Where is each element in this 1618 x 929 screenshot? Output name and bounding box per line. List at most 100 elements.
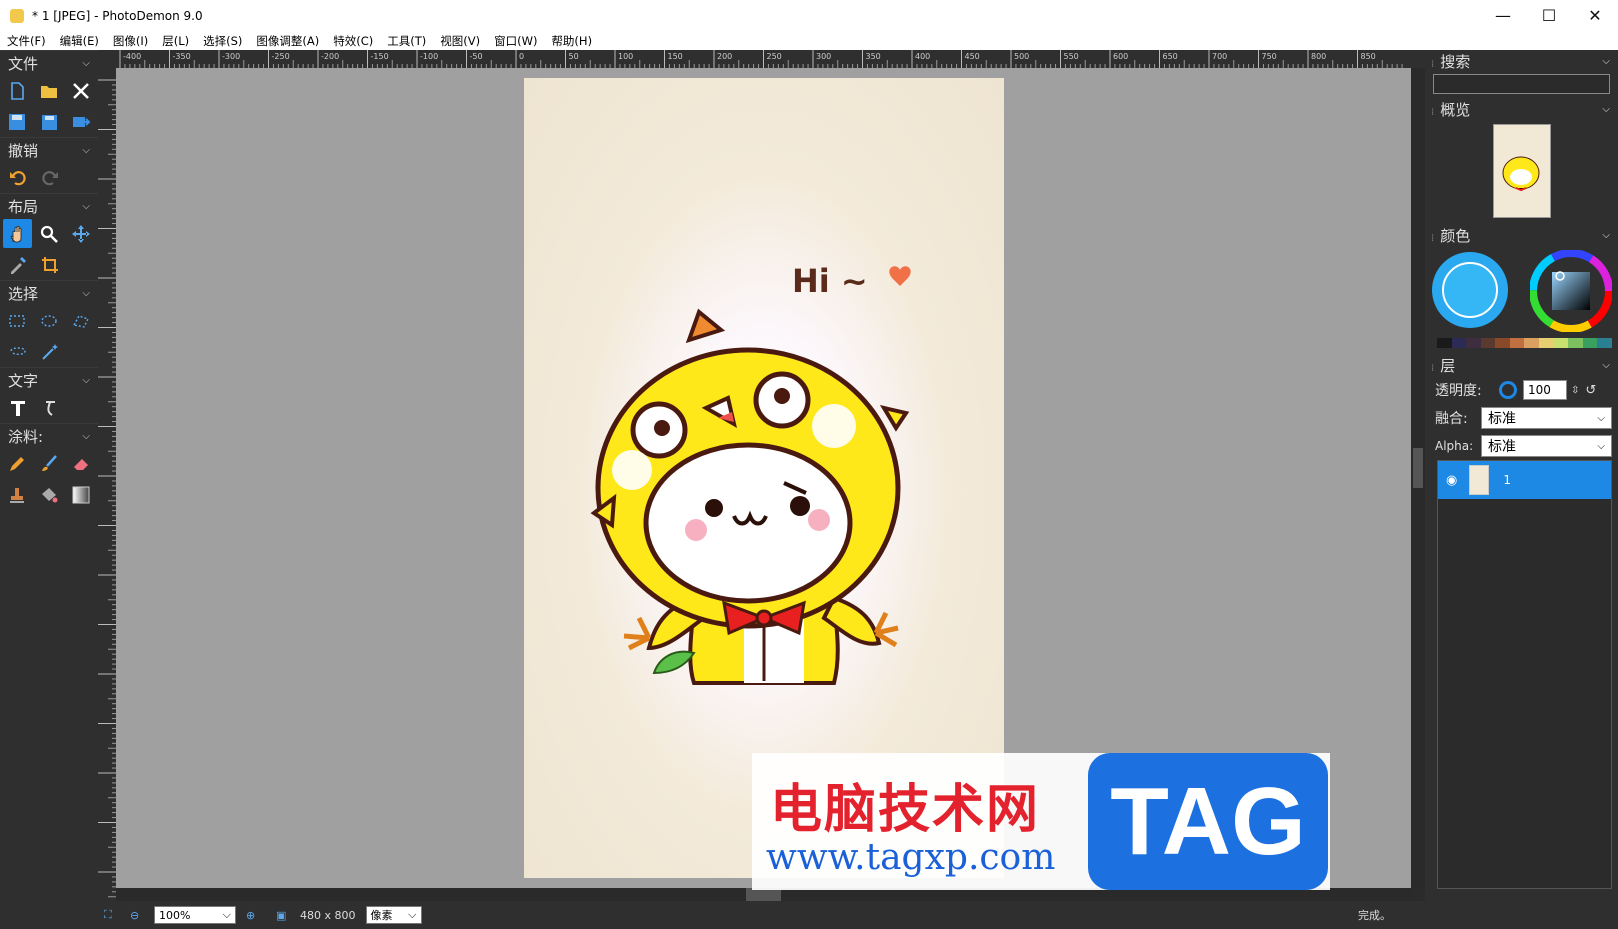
eraser-icon[interactable] [66, 449, 95, 478]
new-file-icon[interactable] [3, 76, 32, 105]
clone-stamp-icon[interactable] [3, 480, 32, 509]
menu-select[interactable]: 选择(S) [196, 33, 249, 49]
section-file[interactable]: 文件 ⌵ [0, 50, 98, 75]
redo-icon[interactable] [35, 163, 64, 192]
zoom-select[interactable]: 100% ⌵ [154, 906, 236, 924]
close-file-icon[interactable] [66, 76, 95, 105]
open-folder-icon[interactable] [35, 76, 64, 105]
ruler-label: 250 [767, 52, 782, 61]
menu-help[interactable]: 帮助(H) [544, 33, 599, 49]
layer-row[interactable]: ◉ 1 [1438, 461, 1611, 499]
section-select[interactable]: 选择 ⌵ [0, 280, 98, 305]
ruler-label: 300 [816, 52, 831, 61]
section-text[interactable]: 文字 ⌵ [0, 367, 98, 392]
palette-swatch[interactable] [1437, 338, 1452, 348]
overview-thumbnail[interactable] [1492, 124, 1551, 218]
palette-swatch[interactable] [1509, 338, 1525, 348]
palette-swatch[interactable] [1480, 338, 1496, 348]
title-bar: * 1 [JPEG] - PhotoDemon 9.0 — ☐ ✕ [0, 0, 1618, 31]
alpha-label: Alpha: [1435, 439, 1474, 453]
grip-icon: ⁞ [1431, 362, 1435, 374]
ruler-label: -350 [173, 52, 191, 61]
crop-tool-icon[interactable] [35, 250, 64, 279]
menu-view[interactable]: 视图(V) [433, 33, 487, 49]
close-window-button[interactable]: ✕ [1572, 0, 1618, 31]
text-tool-icon[interactable] [3, 393, 32, 422]
menu-adjustments[interactable]: 图像调整(A) [249, 33, 326, 49]
palette-swatch[interactable] [1451, 338, 1467, 348]
palette-swatch[interactable] [1524, 338, 1540, 348]
reset-icon[interactable]: ↺ [1585, 383, 1596, 398]
fill-bucket-icon[interactable] [35, 480, 64, 509]
palette-swatch[interactable] [1466, 338, 1481, 348]
eye-icon[interactable]: ◉ [1446, 473, 1457, 488]
unit-select[interactable]: 像素 ⌵ [365, 906, 422, 924]
pencil-icon[interactable] [3, 449, 32, 478]
palette-swatch[interactable] [1553, 338, 1569, 348]
vertical-scrollbar[interactable] [1411, 68, 1425, 888]
section-paint[interactable]: 涂料: ⌵ [0, 423, 98, 448]
section-layout[interactable]: 布局 ⌵ [0, 193, 98, 218]
overview-panel-header[interactable]: ⁞ 概览 ⌵ [1425, 98, 1618, 120]
menu-tools[interactable]: 工具(T) [380, 33, 433, 49]
opacity-label: 透明度: [1435, 383, 1482, 399]
opacity-input[interactable]: 100 [1523, 380, 1567, 400]
palette-swatch[interactable] [1582, 338, 1598, 348]
layer-thumbnail [1469, 465, 1490, 495]
zoom-out-icon[interactable]: ⊖ [130, 909, 146, 922]
menu-effects[interactable]: 特效(C) [326, 33, 380, 49]
ruler-label: -100 [420, 52, 438, 61]
opacity-slider-knob[interactable] [1499, 381, 1517, 399]
vertical-scroll-thumb[interactable] [1413, 448, 1423, 488]
move-tool-icon[interactable] [66, 219, 95, 248]
zoom-in-icon[interactable]: ⊕ [246, 909, 262, 922]
color-panel-header[interactable]: ⁞ 颜色 ⌵ [1425, 224, 1618, 246]
palette-swatch[interactable] [1539, 338, 1554, 348]
maximize-button[interactable]: ☐ [1526, 0, 1572, 31]
magic-wand-icon[interactable] [35, 337, 64, 366]
export-icon[interactable] [66, 107, 95, 136]
section-paint-label: 涂料: [8, 427, 44, 446]
layer-name[interactable]: 1 [1503, 473, 1511, 487]
ellipse-select-icon[interactable] [35, 306, 64, 335]
alpha-mode-select[interactable]: 标准 ⌵ [1481, 435, 1612, 457]
fit-to-window-icon[interactable]: ⛶ [104, 908, 120, 922]
typography-tool-icon[interactable] [35, 393, 64, 422]
brush-icon[interactable] [35, 449, 64, 478]
search-panel-header[interactable]: ⁞ 搜索 ⌵ [1425, 50, 1618, 72]
hand-tool-icon[interactable] [3, 219, 32, 248]
section-undo-label: 撤销 [8, 141, 39, 160]
save-as-icon[interactable] [35, 107, 64, 136]
menu-file[interactable]: 文件(F) [0, 33, 53, 49]
spinner-icon[interactable]: ⇳ [1571, 385, 1579, 396]
rect-select-icon[interactable] [3, 306, 32, 335]
save-icon[interactable] [3, 107, 32, 136]
primary-color-swatch[interactable] [1430, 250, 1510, 330]
blend-mode-select[interactable]: 标准 ⌵ [1481, 407, 1612, 429]
palette-swatch[interactable] [1597, 338, 1612, 348]
menu-layer[interactable]: 层(L) [155, 33, 196, 49]
color-picker-icon[interactable] [3, 250, 32, 279]
watermark-cn-text: 电脑技术网 [770, 780, 1041, 840]
minimize-button[interactable]: — [1480, 0, 1526, 31]
gradient-tool-icon[interactable] [66, 480, 95, 509]
polygon-select-icon[interactable] [66, 306, 95, 335]
color-palette[interactable] [1437, 338, 1612, 348]
layers-panel-header[interactable]: ⁞ 层 ⌵ [1425, 354, 1618, 376]
layer-list[interactable]: ◉ 1 [1437, 460, 1612, 889]
lasso-select-icon[interactable] [3, 337, 32, 366]
undo-icon[interactable] [3, 163, 32, 192]
color-wheel[interactable] [1530, 250, 1612, 332]
palette-swatch[interactable] [1495, 338, 1510, 348]
ruler-label: -250 [272, 52, 290, 61]
menu-image[interactable]: 图像(I) [106, 33, 155, 49]
ruler-label: 350 [866, 52, 881, 61]
palette-swatch[interactable] [1568, 338, 1583, 348]
color-panel-title: 颜色 [1440, 226, 1471, 245]
menu-edit[interactable]: 编辑(E) [53, 33, 106, 49]
search-input[interactable] [1433, 74, 1610, 94]
zoom-tool-icon[interactable] [35, 219, 64, 248]
section-file-label: 文件 [8, 54, 39, 73]
section-undo[interactable]: 撤销 ⌵ [0, 137, 98, 162]
menu-window[interactable]: 窗口(W) [487, 33, 544, 49]
